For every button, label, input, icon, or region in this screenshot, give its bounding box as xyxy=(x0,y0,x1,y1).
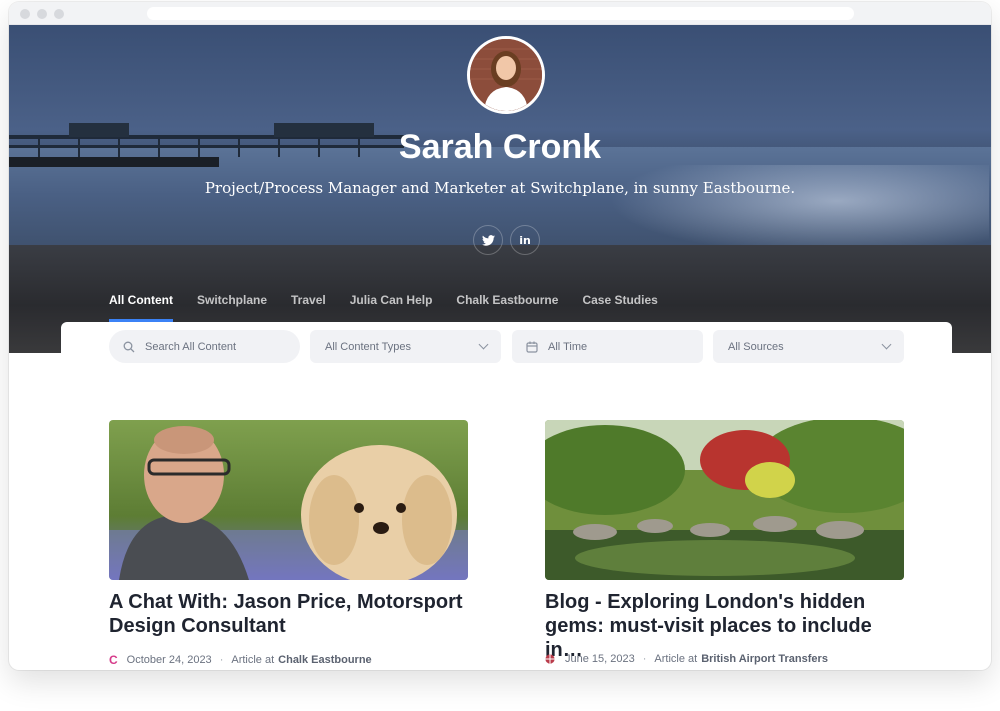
content-type-select[interactable]: All Content Types xyxy=(310,330,501,363)
twitter-icon xyxy=(481,234,495,246)
browser-window: Sarah Cronk Project/Process Manager and … xyxy=(9,2,991,670)
profile-hero: Sarah Cronk Project/Process Manager and … xyxy=(9,25,991,353)
linkedin-link[interactable]: in xyxy=(510,225,540,255)
browser-chrome xyxy=(9,2,991,25)
content-card[interactable]: A Chat With: Jason Price, Motorsport Des… xyxy=(109,420,468,667)
meta-separator: · xyxy=(642,653,647,665)
british-airport-transfers-logo-icon xyxy=(545,654,555,664)
sources-select[interactable]: All Sources xyxy=(713,330,904,363)
time-range-value: All Time xyxy=(548,340,588,353)
tab-switchplane[interactable]: Switchplane xyxy=(197,292,267,322)
content-tabs: All Content Switchplane Travel Julia Can… xyxy=(109,292,658,322)
card-type: Article at xyxy=(654,653,698,665)
tab-all-content[interactable]: All Content xyxy=(109,292,173,322)
card-thumbnail[interactable] xyxy=(109,420,468,580)
address-bar[interactable] xyxy=(147,7,854,20)
chevron-down-icon xyxy=(881,339,892,350)
time-range-select[interactable]: All Time xyxy=(512,330,703,363)
card-thumbnail[interactable] xyxy=(545,420,904,580)
calendar-icon xyxy=(526,341,538,353)
window-maximize-dot[interactable] xyxy=(54,9,64,19)
content-card[interactable]: Blog - Exploring London's hidden gems: m… xyxy=(545,420,904,665)
profile-name: Sarah Cronk xyxy=(398,128,602,166)
card-meta: June 15, 2023 · Article at British Airpo… xyxy=(545,653,828,665)
card-source[interactable]: British Airport Transfers xyxy=(701,653,828,665)
search-placeholder: Search All Content xyxy=(145,340,237,353)
card-type: Article at xyxy=(231,654,275,666)
card-source[interactable]: Chalk Eastbourne xyxy=(278,654,372,666)
twitter-link[interactable] xyxy=(473,225,503,255)
window-close-dot[interactable] xyxy=(20,9,30,19)
profile-avatar xyxy=(467,36,545,114)
card-title[interactable]: A Chat With: Jason Price, Motorsport Des… xyxy=(109,590,468,638)
card-meta: C October 24, 2023 · Article at Chalk Ea… xyxy=(109,653,372,667)
search-icon xyxy=(123,341,135,352)
meta-separator: · xyxy=(219,654,224,666)
tab-case-studies[interactable]: Case Studies xyxy=(582,292,657,322)
tab-travel[interactable]: Travel xyxy=(291,292,326,322)
chalk-eastbourne-logo-icon: C xyxy=(109,653,118,667)
tab-chalk-eastbourne[interactable]: Chalk Eastbourne xyxy=(456,292,558,322)
profile-tagline: Project/Process Manager and Marketer at … xyxy=(204,179,796,197)
card-title[interactable]: Blog - Exploring London's hidden gems: m… xyxy=(545,590,904,662)
card-date: June 15, 2023 xyxy=(565,653,635,665)
chevron-down-icon xyxy=(478,339,489,350)
search-input[interactable]: Search All Content xyxy=(109,330,300,363)
sources-value: All Sources xyxy=(728,340,784,353)
window-minimize-dot[interactable] xyxy=(37,9,47,19)
tab-julia-can-help[interactable]: Julia Can Help xyxy=(350,292,433,322)
card-date: October 24, 2023 xyxy=(126,654,212,666)
linkedin-icon: in xyxy=(519,233,531,247)
content-type-value: All Content Types xyxy=(325,340,412,353)
